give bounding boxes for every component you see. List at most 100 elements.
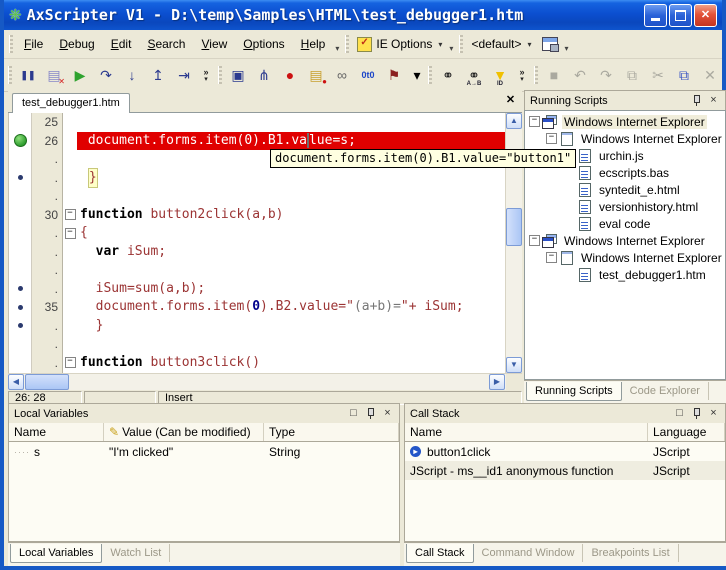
maximize-button[interactable]: [669, 3, 692, 27]
step-out-button[interactable]: ↥: [145, 62, 171, 88]
tree-item-test-debugger1-htm[interactable]: test_debugger1.htm: [525, 266, 725, 283]
tree-item-windows-internet-explorer[interactable]: − Windows Internet Explorer: [525, 113, 725, 130]
toolbar-search-overflow[interactable]: » ▾: [513, 62, 531, 88]
code-line[interactable]: var iSum;: [77, 243, 505, 262]
code-line[interactable]: {: [77, 224, 505, 243]
find-button[interactable]: ⚭: [435, 62, 461, 88]
code-line[interactable]: }: [77, 317, 505, 336]
close-button[interactable]: ✕: [694, 3, 717, 27]
redo-button[interactable]: ↷: [593, 62, 619, 88]
bottom-left-tab-local-variables[interactable]: Local Variables: [10, 544, 103, 563]
undo-button[interactable]: ↶: [567, 62, 593, 88]
code-line[interactable]: iSum=sum(a,b);: [77, 280, 505, 299]
maximize-panel-icon[interactable]: □: [673, 407, 686, 420]
close-script-button[interactable]: ▤ ✕: [41, 62, 67, 88]
goto-id-button[interactable]: ▼ ID: [487, 62, 513, 88]
code-line[interactable]: }: [77, 167, 505, 188]
menu-item-help[interactable]: Help: [293, 31, 334, 57]
watch-glasses-button[interactable]: ∞: [329, 62, 355, 88]
ie-options-button[interactable]: IE Options ▾: [352, 36, 447, 52]
editor-tab-close-icon[interactable]: ✕: [503, 93, 518, 108]
ie-toolbar-grip[interactable]: [345, 35, 350, 53]
evaluate-button[interactable]: 0t0: [355, 62, 381, 88]
bottom-right-tab-command-window[interactable]: Command Window: [474, 544, 584, 562]
right-panel-tab-code-explorer[interactable]: Code Explorer: [622, 382, 709, 400]
cut-button[interactable]: ✂: [645, 62, 671, 88]
run-to-cursor-button[interactable]: ⇥: [171, 62, 197, 88]
local-variables-column-value-can-be-modified[interactable]: ✎ Value (Can be modified): [104, 423, 264, 441]
run-button[interactable]: ▶: [67, 62, 93, 88]
tree-expander-icon[interactable]: −: [546, 133, 557, 144]
tree-item-versionhistory-html[interactable]: versionhistory.html: [525, 198, 725, 215]
local-variables-row[interactable]: ···· s "I'm clicked" String: [9, 442, 399, 461]
layout-toolbar-overflow-arrow[interactable]: ▾: [563, 36, 572, 53]
code-line[interactable]: function button3click(): [77, 354, 505, 373]
right-panel-tab-running-scripts[interactable]: Running Scripts: [526, 382, 622, 401]
code-line[interactable]: function button2click(a,b): [77, 206, 505, 225]
menu-item-file[interactable]: File: [16, 31, 51, 57]
scroll-left-icon[interactable]: ◀: [8, 374, 24, 390]
call-tree-button[interactable]: ⋔: [251, 62, 277, 88]
pause-scripts-button[interactable]: ❚❚: [15, 62, 41, 88]
stop-button[interactable]: ■: [541, 62, 567, 88]
call-stack-row[interactable]: JScript - ms__id1 anonymous function JScr…: [405, 461, 725, 480]
pin-icon[interactable]: [690, 407, 703, 420]
bottom-right-tab-breakpoints-list[interactable]: Breakpoints List: [583, 544, 679, 562]
menu-grip[interactable]: [9, 35, 13, 53]
tree-item-windows-internet-explorer[interactable]: − Windows Internet Explorer: [525, 249, 725, 266]
windows-list-button[interactable]: ▣: [225, 62, 251, 88]
tree-item-eval-code[interactable]: eval code: [525, 215, 725, 232]
replace-button[interactable]: ⚭ A→B: [461, 62, 487, 88]
menu-item-view[interactable]: View: [193, 31, 235, 57]
delete-button[interactable]: ✕: [697, 62, 723, 88]
code-line[interactable]: [77, 335, 505, 354]
horizontal-scrollbar[interactable]: ◀ ▶: [8, 373, 522, 390]
toolbar-debug-overflow[interactable]: » ▾: [197, 62, 215, 88]
menu-overflow-arrow[interactable]: ▾: [333, 36, 342, 53]
scroll-right-icon[interactable]: ▶: [489, 374, 505, 390]
call-stack-column-language[interactable]: Language: [648, 423, 725, 441]
layout-toolbar-grip[interactable]: [459, 35, 464, 53]
toolbar-view-dropdown[interactable]: ▾: [409, 62, 425, 88]
menu-item-debug[interactable]: Debug: [51, 31, 102, 57]
pin-icon[interactable]: [364, 407, 377, 420]
close-panel-icon[interactable]: ×: [707, 94, 720, 107]
paste-button[interactable]: ⧉: [671, 62, 697, 88]
ie-toolbar-overflow-arrow[interactable]: ▾: [447, 36, 456, 53]
step-into-button[interactable]: ↓: [119, 62, 145, 88]
local-variables-column-type[interactable]: Type: [264, 423, 399, 441]
vertical-scroll-thumb[interactable]: [506, 208, 522, 246]
call-stack-column-name[interactable]: Name: [405, 423, 648, 441]
fold-toggle-icon[interactable]: −: [64, 357, 76, 369]
code-line[interactable]: [77, 261, 505, 280]
menu-item-options[interactable]: Options: [235, 31, 292, 57]
call-stack-row[interactable]: ▸ button1click JScript: [405, 442, 725, 461]
tree-expander-icon[interactable]: −: [529, 235, 540, 246]
minimize-button[interactable]: [644, 3, 667, 27]
close-panel-icon[interactable]: ×: [707, 407, 720, 420]
current-execution-line[interactable]: document.forms.item(0).B1.va lue=s;: [77, 131, 505, 150]
copy-button[interactable]: ⧉: [619, 62, 645, 88]
tree-item-windows-internet-explorer[interactable]: − Windows Internet Explorer: [525, 130, 725, 147]
code-line[interactable]: [77, 187, 505, 206]
code-line[interactable]: [77, 113, 505, 132]
editor-tab[interactable]: test_debugger1.htm: [12, 93, 130, 113]
bottom-right-tab-call-stack[interactable]: Call Stack: [406, 544, 474, 563]
tree-expander-icon[interactable]: −: [546, 252, 557, 263]
horizontal-scroll-thumb[interactable]: [25, 374, 69, 390]
save-layout-button[interactable]: [537, 37, 563, 52]
layout-combo[interactable]: <default> ▾: [466, 37, 536, 51]
maximize-panel-icon[interactable]: □: [347, 407, 360, 420]
toggle-breakpoint-button[interactable]: ●: [277, 62, 303, 88]
step-over-button[interactable]: ↷: [93, 62, 119, 88]
close-panel-icon[interactable]: ×: [381, 407, 394, 420]
menu-item-edit[interactable]: Edit: [103, 31, 140, 57]
tree-item-windows-internet-explorer[interactable]: − Windows Internet Explorer: [525, 232, 725, 249]
code-line[interactable]: document.forms.item(0).B2.value= " (a+b)= "…: [77, 298, 505, 317]
local-variables-column-name[interactable]: Name: [9, 423, 104, 441]
menu-item-search[interactable]: Search: [139, 31, 193, 57]
scroll-up-icon[interactable]: ▲: [506, 113, 522, 129]
fold-toggle-icon[interactable]: −: [64, 227, 76, 239]
tree-item-syntedit-e-html[interactable]: syntedit_e.html: [525, 181, 725, 198]
fold-toggle-icon[interactable]: −: [64, 209, 76, 221]
